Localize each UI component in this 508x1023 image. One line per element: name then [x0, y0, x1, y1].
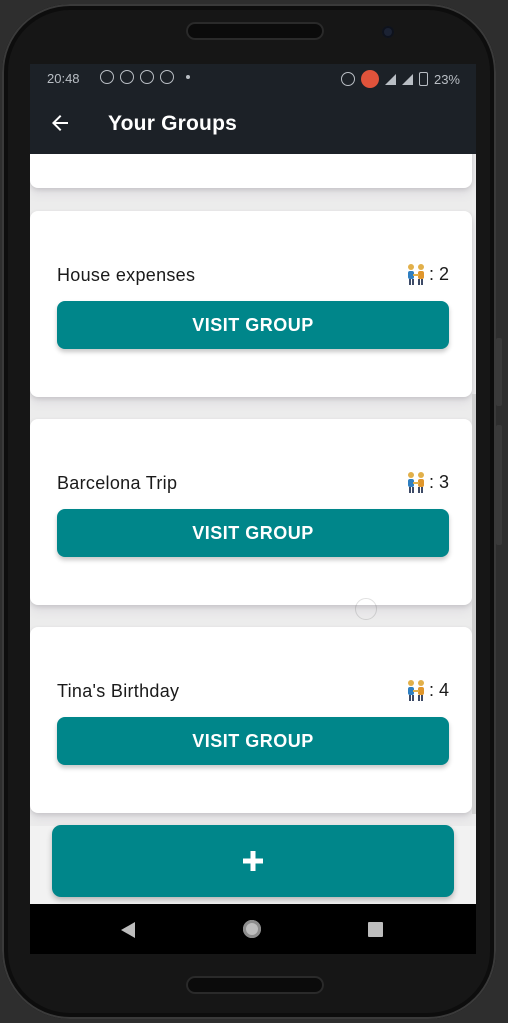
- arrow-left-icon[interactable]: [48, 111, 72, 135]
- group-name: Tina's Birthday: [57, 681, 180, 701]
- member-count: : 2: [404, 262, 449, 286]
- battery-icon: [418, 72, 428, 86]
- alarm-icon: [340, 72, 355, 86]
- signal-icon: [401, 73, 413, 85]
- add-group-area: [30, 825, 476, 904]
- app-icon: [140, 70, 154, 84]
- page-title: Your Groups: [108, 112, 237, 135]
- circle-home-icon[interactable]: [243, 920, 261, 938]
- app-screen: 20:48 23% Your Groups House expenses: 2…: [30, 64, 476, 954]
- scrollbar[interactable]: [472, 394, 476, 814]
- group-card: Tina's Birthday : 4 VISIT GROUP: [30, 627, 472, 813]
- group-card: House expenses : 2 VISIT GROUP: [30, 211, 472, 397]
- screen-record-icon: [360, 70, 379, 88]
- square-recents-icon[interactable]: [368, 922, 383, 937]
- partial-group-card: [30, 154, 472, 188]
- group-card: Barcelona Trip : 3 VISIT GROUP: [30, 419, 472, 605]
- group-name: House expenses: [57, 265, 196, 285]
- battery-percent: 23%: [433, 71, 460, 87]
- people-holding-hands-icon: [407, 264, 424, 285]
- wifi-icon: [384, 73, 396, 85]
- triangle-back-icon[interactable]: [120, 921, 136, 939]
- member-count-value: : 4: [428, 679, 449, 700]
- member-count-value: : 3: [428, 471, 449, 492]
- member-count: : 3: [404, 470, 449, 494]
- visit-group-button[interactable]: VISIT GROUP: [57, 717, 449, 765]
- member-count: : 4: [404, 678, 449, 702]
- messenger-icon: [160, 70, 174, 84]
- power-button: [496, 425, 502, 545]
- more-dot-icon: [186, 75, 190, 79]
- group-name: Barcelona Trip: [57, 473, 178, 493]
- status-bar: 20:48 23%: [30, 64, 476, 94]
- people-holding-hands-icon: [407, 680, 424, 701]
- visit-group-button[interactable]: VISIT GROUP: [57, 301, 449, 349]
- system-icons: 23%: [340, 70, 460, 88]
- notification-icons: [100, 70, 190, 84]
- status-time: 20:48: [47, 71, 80, 86]
- system-nav-bar: [30, 904, 476, 954]
- touch-indicator: [355, 598, 377, 620]
- volume-button: [496, 338, 502, 406]
- groups-list[interactable]: House expenses : 2 VISIT GROUP Barcelona…: [30, 154, 476, 826]
- add-group-button[interactable]: [52, 825, 454, 897]
- whatsapp-icon: [120, 70, 134, 84]
- app-bar: Your Groups: [30, 94, 476, 154]
- bottom-speaker: [186, 976, 324, 994]
- front-camera: [382, 26, 394, 38]
- notification-icon: [100, 70, 114, 84]
- member-count-value: : 2: [428, 263, 449, 284]
- visit-group-button[interactable]: VISIT GROUP: [57, 509, 449, 557]
- plus-icon: [243, 851, 263, 871]
- top-speaker: [186, 22, 324, 40]
- people-holding-hands-icon: [407, 472, 424, 493]
